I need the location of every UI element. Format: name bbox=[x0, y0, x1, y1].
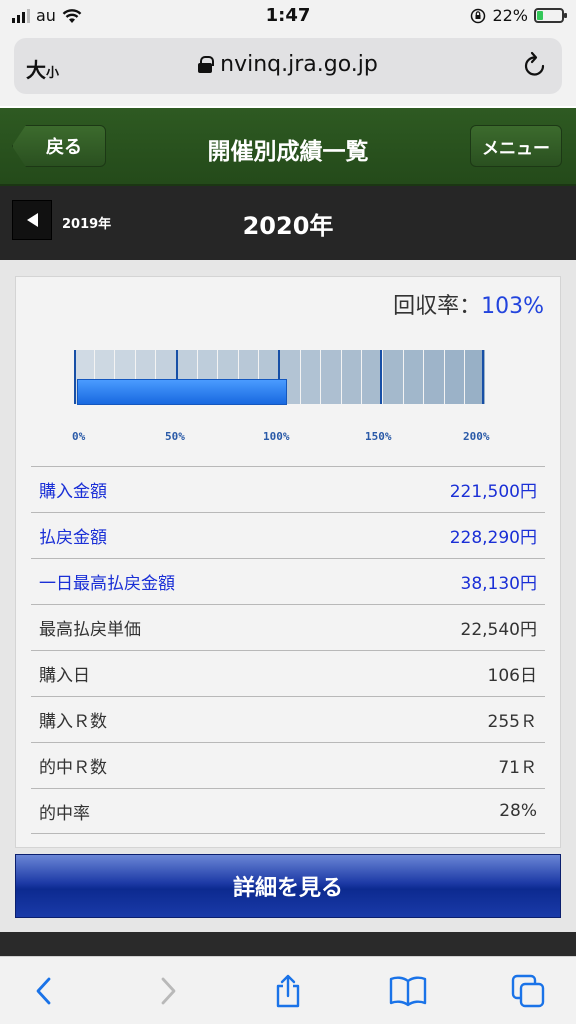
stat-value: 106日 bbox=[487, 666, 537, 686]
bookmarks-button[interactable] bbox=[388, 971, 428, 1011]
url-display[interactable]: nvinq.jra.go.jp bbox=[14, 52, 562, 77]
tabs-icon bbox=[511, 974, 545, 1008]
stat-row: 購入Ｒ数 255Ｒ bbox=[31, 696, 545, 742]
gauge-cell bbox=[341, 350, 363, 404]
stat-row: 的中率 28% bbox=[31, 788, 545, 834]
recovery-value: 103% bbox=[481, 294, 544, 319]
menu-button[interactable]: メニュー bbox=[470, 125, 562, 167]
gauge-cell bbox=[403, 350, 425, 404]
tabs-button[interactable] bbox=[508, 971, 548, 1011]
stat-label: 最高払戻単価 bbox=[39, 620, 141, 640]
gauge-tick-label: 150% bbox=[365, 430, 392, 443]
chevron-right-icon bbox=[161, 977, 176, 1005]
share-button[interactable] bbox=[268, 971, 308, 1011]
reload-icon[interactable] bbox=[522, 50, 548, 80]
gauge-cell bbox=[382, 350, 404, 404]
stat-row: 購入日 106日 bbox=[31, 650, 545, 696]
address-bar[interactable]: 大小 nvinq.jra.go.jp bbox=[14, 38, 562, 94]
browser-toolbar bbox=[0, 956, 576, 1024]
stat-label: 購入Ｒ数 bbox=[39, 712, 107, 732]
gauge-tick-label: 200% bbox=[463, 430, 490, 443]
status-bar: au 1:47 22% bbox=[0, 0, 576, 34]
stat-label: 購入金額 bbox=[39, 482, 107, 502]
recovery-label: 回収率： bbox=[393, 294, 482, 319]
stat-row[interactable]: 購入金額 221,500円 bbox=[31, 466, 545, 512]
gauge-cell bbox=[321, 350, 342, 404]
stat-row[interactable]: 一日最高払戻金額 38,130円 bbox=[31, 558, 545, 604]
book-icon bbox=[389, 976, 427, 1007]
stat-label: 購入日 bbox=[39, 666, 90, 686]
forward-nav-button[interactable] bbox=[148, 971, 188, 1011]
gauge-tick-label: 0% bbox=[72, 430, 86, 443]
current-year: 2020年 bbox=[242, 212, 334, 240]
back-nav-button[interactable] bbox=[24, 971, 64, 1011]
stat-value: 228,290円 bbox=[449, 528, 537, 548]
share-icon bbox=[276, 974, 300, 1008]
stat-value: 22,540円 bbox=[460, 620, 537, 640]
gauge-cell bbox=[424, 350, 445, 404]
details-button[interactable]: 詳細を見る bbox=[15, 854, 561, 918]
stat-label: 一日最高払戻金額 bbox=[39, 574, 175, 594]
stat-row[interactable]: 払戻金額 228,290円 bbox=[31, 512, 545, 558]
stat-label: 的中Ｒ数 bbox=[39, 758, 107, 778]
stat-label: 的中率 bbox=[39, 803, 90, 824]
stat-value: 221,500円 bbox=[449, 482, 537, 502]
stat-value: 71Ｒ bbox=[498, 758, 537, 778]
stats-list: 購入金額 221,500円払戻金額 228,290円一日最高払戻金額 38,130円最… bbox=[31, 466, 545, 834]
gauge-tick-label: 50% bbox=[165, 430, 185, 443]
lock-icon bbox=[198, 56, 215, 73]
gauge-tick-label: 100% bbox=[263, 430, 290, 443]
orientation-lock-icon bbox=[471, 8, 486, 23]
footer bbox=[0, 932, 576, 956]
gauge-cell bbox=[444, 350, 466, 404]
stat-label: 払戻金額 bbox=[39, 528, 107, 548]
battery-percent: 22% bbox=[492, 6, 528, 25]
year-nav: 2019年 2020年 bbox=[0, 186, 576, 260]
chevron-left-icon bbox=[36, 977, 51, 1005]
battery-icon bbox=[534, 8, 567, 23]
stat-row: 最高払戻単価 22,540円 bbox=[31, 604, 545, 650]
gauge-fill bbox=[77, 379, 287, 405]
stat-row: 的中Ｒ数 71Ｒ bbox=[31, 742, 545, 788]
browser-chrome: 大小 nvinq.jra.go.jp bbox=[0, 34, 576, 106]
stat-value: 255Ｒ bbox=[487, 712, 537, 732]
app-header: 戻る 開催別成績一覧 メニュー bbox=[0, 108, 576, 186]
stat-value: 28% bbox=[499, 801, 537, 821]
recovery-rate: 回収率：103% bbox=[393, 288, 544, 320]
recovery-gauge bbox=[74, 350, 486, 405]
stat-value: 38,130円 bbox=[460, 574, 537, 594]
gauge-cell bbox=[300, 350, 322, 404]
